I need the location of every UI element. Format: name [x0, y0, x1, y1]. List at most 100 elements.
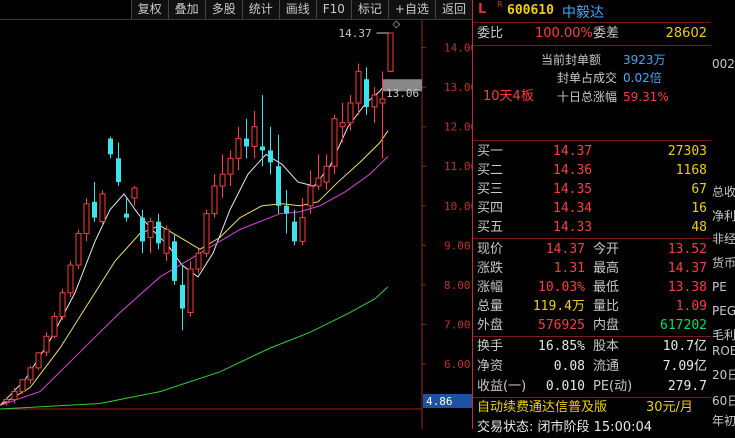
candle-body: [219, 173, 226, 187]
toolbar-button[interactable]: 标记: [350, 0, 388, 19]
stat-label: 最高: [593, 261, 620, 276]
toolbar-button[interactable]: 返回: [434, 0, 472, 19]
stock-name[interactable]: 中毅达: [562, 2, 604, 22]
book-price: 14.35: [553, 182, 593, 197]
candle-body: [260, 146, 265, 151]
candle-body: [92, 201, 97, 218]
toolbar-button[interactable]: +自选: [387, 0, 435, 19]
stat-label: 总量: [477, 299, 504, 314]
seal-amount-value: 3923万: [623, 53, 666, 67]
toolbar-button[interactable]: F10: [315, 0, 351, 19]
candle-body: [180, 284, 185, 309]
fund-label: 净资: [477, 359, 504, 374]
side-label: 毛利: [712, 328, 735, 342]
fund-label: 股本: [593, 339, 620, 354]
high-price-label: 14.37: [339, 27, 372, 40]
side-label: 002: [712, 57, 735, 71]
bid-diff-value: 28602: [665, 26, 707, 41]
toolbar-button[interactable]: 统计: [241, 0, 279, 19]
ten-day-rise-value: 59.31%: [623, 90, 669, 104]
stat-value: 617202: [660, 318, 707, 333]
candle-body: [339, 122, 346, 128]
stat-value: 576925: [538, 318, 585, 333]
kline-chart[interactable]: 14.00 13.00 12.00 11.00 10.00 9.00 8.00 7.00 6.0…: [0, 0, 472, 429]
fund-label: 收益(一): [477, 379, 527, 394]
fund-value: 10.7亿: [662, 339, 707, 354]
seal-amount-label: 当前封单额: [541, 53, 602, 67]
stat-value: 13.38: [667, 280, 707, 295]
side-label: PE: [712, 280, 727, 294]
side-label: 总收: [712, 185, 735, 199]
candle-body: [75, 232, 82, 266]
fund-label: PE(动): [593, 379, 633, 394]
side-label: 60日: [712, 394, 735, 408]
candle-body: [284, 205, 289, 214]
candle-body: [156, 221, 161, 244]
stat-value: 119.4万: [532, 299, 585, 314]
candle-body: [187, 268, 194, 314]
bottom-price-label: 4.86: [426, 395, 453, 408]
candle-body: [276, 166, 281, 206]
candle-body: [51, 315, 58, 337]
candle-body: [315, 177, 322, 187]
ten-day-rise-label: 十日总涨幅: [557, 90, 618, 104]
candle-body: [11, 391, 18, 401]
candle-body: [331, 118, 338, 167]
axis-tick-label: 10.00: [444, 200, 472, 213]
promo-text[interactable]: 自动续费通达信普及版: [477, 398, 607, 418]
book-label: 买二: [477, 163, 504, 178]
seal-ratio-value: 0.02倍: [623, 71, 662, 85]
fund-value: 279.7: [667, 379, 707, 394]
side-label: PEG: [712, 304, 735, 318]
candle-body: [244, 138, 249, 147]
candle-body: [172, 241, 177, 281]
candle-body: [268, 150, 273, 163]
candle-body: [59, 292, 66, 317]
stat-label: 量比: [593, 299, 620, 314]
stat-value: 14.37: [667, 261, 707, 276]
fund-value: 0.08: [553, 359, 585, 374]
candle-body: [35, 352, 42, 369]
promo-price[interactable]: 30元/月: [646, 398, 693, 418]
side-label: ROE: [712, 344, 735, 358]
toolbar: 复权 叠加 多股 统计 画线 F10 标记 +自选 返回: [0, 0, 472, 20]
axis-tick-label: 14.00: [444, 42, 472, 55]
candle-body: [124, 213, 129, 218]
candle-body: [116, 158, 121, 183]
toolbar-button[interactable]: 多股: [204, 0, 242, 19]
axis-tick-label: 9.00: [444, 239, 471, 252]
side-panel: 002 总收 净利 非经 货币 PE PEG 毛利 ROE 20日 60日 年初: [710, 0, 735, 429]
candle-body: [323, 165, 330, 183]
stat-label: 最低: [593, 280, 620, 295]
toolbar-button[interactable]: 叠加: [167, 0, 205, 19]
toolbar-button[interactable]: 复权: [130, 0, 168, 19]
side-label: 年初: [712, 414, 735, 428]
toolbar-button[interactable]: 画线: [278, 0, 316, 19]
book-volume: 1168: [675, 163, 707, 178]
candle-body: [347, 102, 354, 124]
candle-body: [371, 94, 378, 108]
stock-header: L R 600610 中毅达: [473, 0, 711, 22]
book-volume: 27303: [667, 144, 707, 159]
stat-label: 现价: [477, 242, 504, 257]
stat-label: 今开: [593, 242, 620, 257]
book-label: 买五: [477, 220, 504, 235]
candle-body: [108, 138, 113, 155]
candle-body: [147, 221, 154, 238]
ma-line-magenta: [0, 156, 389, 406]
r-badge: R: [497, 0, 503, 9]
candle-body: [251, 126, 258, 147]
quote-panel: L R 600610 中毅达 委比 100.00% 委差 28602 当前封单额…: [472, 0, 711, 435]
promo-row[interactable]: 自动续费通达信普及版 30元/月: [473, 398, 711, 418]
candle-body: [379, 98, 386, 104]
stat-value: 10.03%: [538, 280, 585, 295]
bid-ratio-value: 100.00%: [535, 26, 593, 41]
book-label: 买三: [477, 182, 504, 197]
book-volume: 16: [691, 201, 707, 216]
candle-body: [211, 185, 218, 215]
candle-body: [3, 399, 10, 402]
book-label: 买一: [477, 144, 504, 159]
stock-code[interactable]: 600610: [507, 3, 554, 18]
axis-tick-label: 8.00: [444, 279, 471, 292]
candle-body: [83, 203, 90, 234]
